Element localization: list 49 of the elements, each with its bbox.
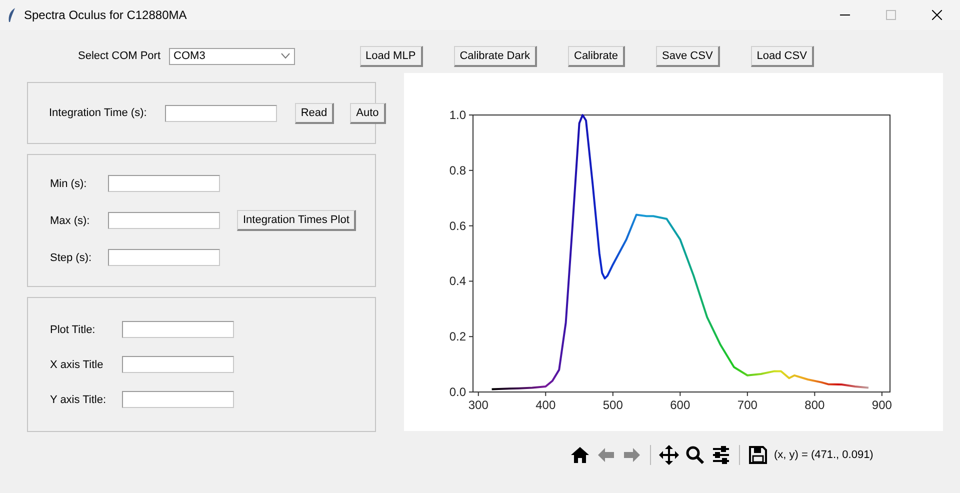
com-port-label: Select COM Port xyxy=(78,50,161,62)
x-tick-label: 900 xyxy=(872,398,892,412)
y-tick-label: 0.2 xyxy=(449,330,466,344)
x-tick-label: 400 xyxy=(536,398,556,412)
com-port-dropdown[interactable]: COM3 xyxy=(168,48,295,64)
x-tick-label: 700 xyxy=(737,398,758,412)
field-label: Max (s): xyxy=(50,214,91,226)
input-field[interactable] xyxy=(122,321,234,338)
sliders-icon[interactable] xyxy=(711,445,731,465)
plot-button[interactable]: Integration Times Plot xyxy=(237,210,356,231)
x-tick-label: 800 xyxy=(804,398,825,412)
y-tick-label: 0.0 xyxy=(449,385,466,399)
field-label: Plot Title: xyxy=(50,324,96,336)
input-field[interactable] xyxy=(122,391,234,408)
y-tick-label: 0.4 xyxy=(449,274,466,288)
chevron-down-icon xyxy=(280,53,290,59)
maximize-icon[interactable] xyxy=(886,10,896,20)
input-field[interactable] xyxy=(108,175,220,192)
input-field[interactable] xyxy=(164,104,277,122)
field-label: Min (s): xyxy=(50,178,88,190)
cursor-coordinates: (x, y) = (471., 0.091) xyxy=(774,449,874,461)
x-tick-label: 300 xyxy=(468,398,488,412)
x-tick-label: 500 xyxy=(602,398,623,412)
field-label: Y axis Title: xyxy=(50,394,108,406)
move-icon[interactable] xyxy=(659,445,679,465)
y-tick-label: 0.8 xyxy=(449,163,466,178)
save-icon[interactable] xyxy=(748,445,768,465)
toolbar-button[interactable]: Load CSV xyxy=(750,46,814,66)
toolbar-button[interactable]: Load MLP xyxy=(360,46,423,66)
action-button[interactable]: Read xyxy=(294,102,334,124)
toolbar-button[interactable]: Calibrate Dark xyxy=(454,46,537,66)
close-icon[interactable] xyxy=(932,10,942,20)
window-title: Spectra Oculus for C12880MA xyxy=(24,8,188,22)
toolbar-button[interactable]: Calibrate xyxy=(568,46,626,66)
feather-icon xyxy=(8,8,16,22)
x-tick-label: 600 xyxy=(670,398,690,412)
action-button[interactable]: Auto xyxy=(350,102,386,124)
input-field[interactable] xyxy=(122,356,234,373)
field-label: Integration Time (s): xyxy=(49,107,147,119)
home-icon[interactable] xyxy=(570,445,590,465)
input-field[interactable] xyxy=(108,212,220,229)
input-field[interactable] xyxy=(108,249,220,266)
y-tick-label: 1.0 xyxy=(449,108,466,122)
right-arrow-icon[interactable] xyxy=(622,445,642,465)
toolbar-button[interactable]: Save CSV xyxy=(656,46,720,66)
search-icon[interactable] xyxy=(685,445,705,465)
y-tick-label: 0.6 xyxy=(449,218,466,233)
field-label: X axis Title xyxy=(50,358,104,370)
field-label: Step (s): xyxy=(50,252,93,264)
